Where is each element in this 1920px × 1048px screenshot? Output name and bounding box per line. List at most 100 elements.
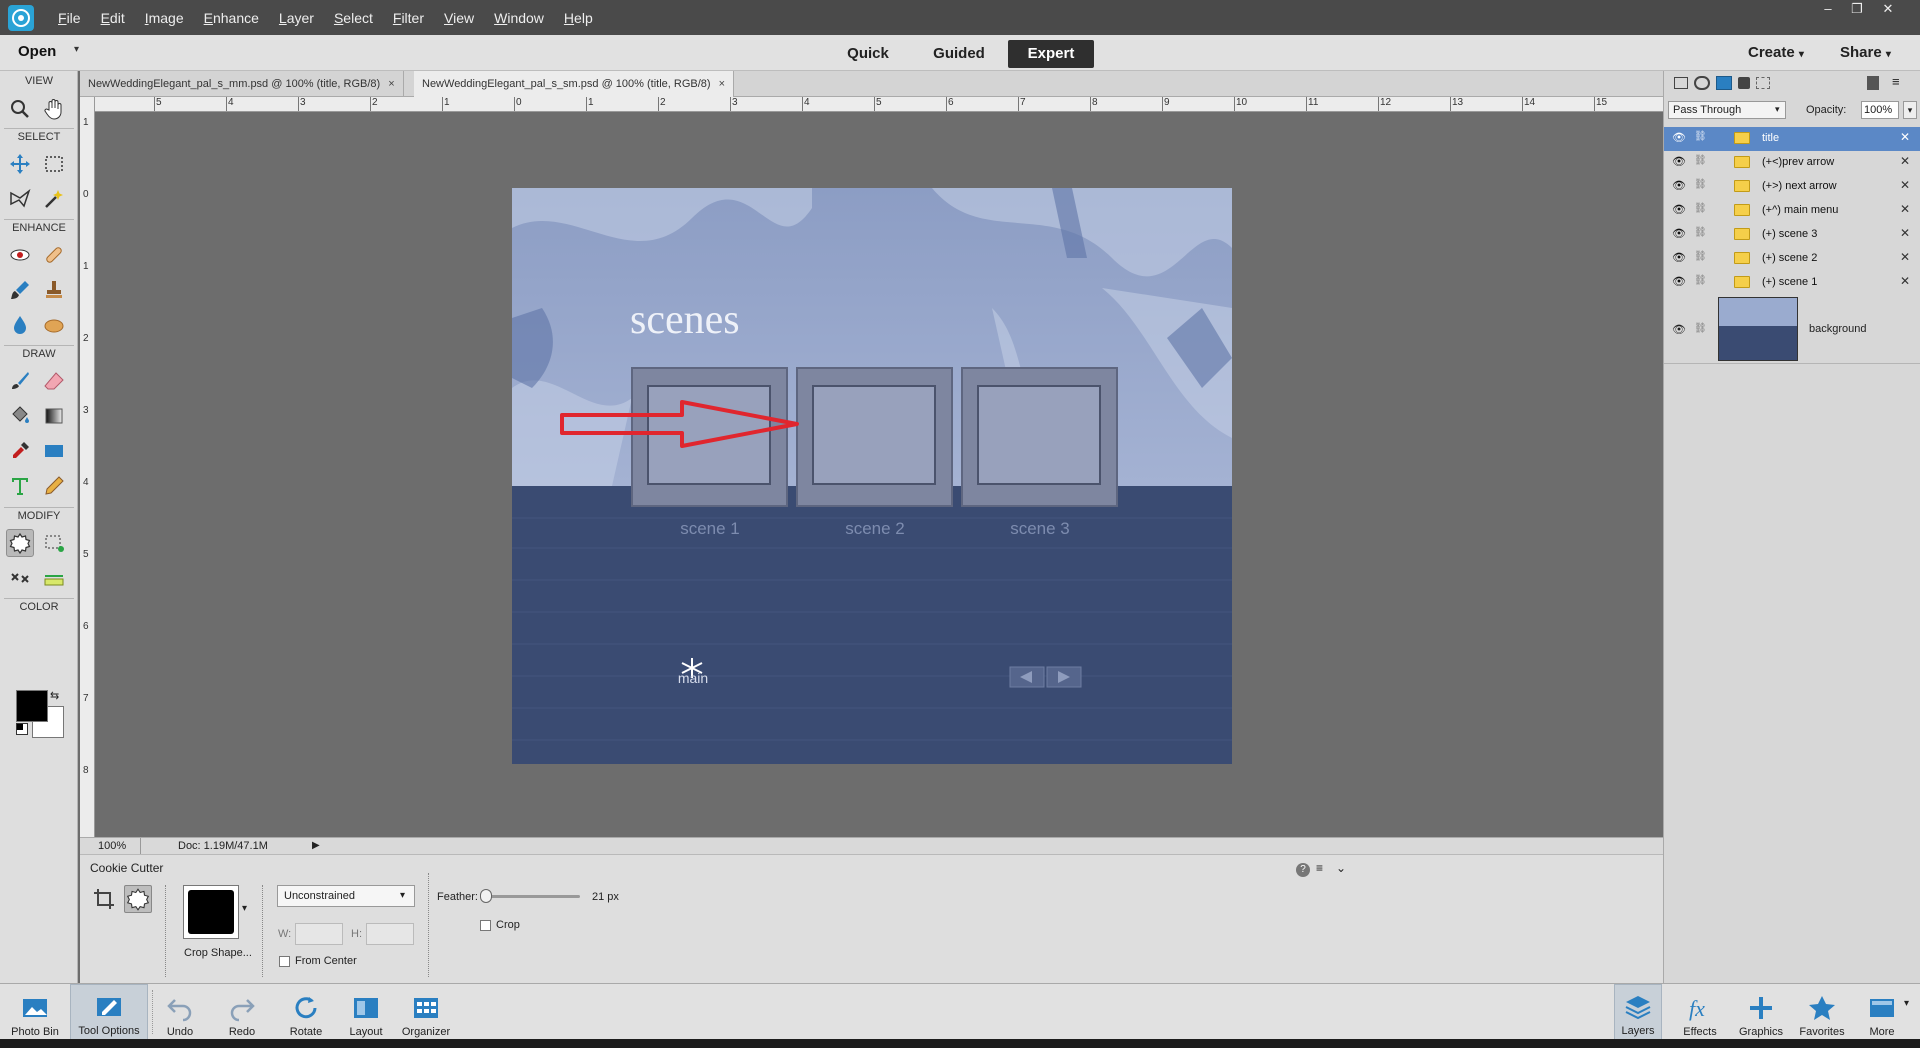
effects-button[interactable]: fx Effects [1676, 984, 1724, 1040]
straighten-icon[interactable] [40, 564, 68, 592]
visibility-eye-icon[interactable]: 👁 [1672, 179, 1686, 192]
recompose-icon[interactable] [40, 529, 68, 557]
close-window-button[interactable]: ✕ [1874, 0, 1902, 18]
layer-mask-icon[interactable] [1716, 76, 1732, 90]
menu-image[interactable]: Image [135, 10, 194, 26]
visibility-eye-icon[interactable]: 👁 [1672, 275, 1686, 288]
link-icon[interactable]: ⛓ [1694, 275, 1707, 286]
adjustment-layer-icon[interactable] [1694, 76, 1710, 90]
favorites-button[interactable]: Favorites [1794, 984, 1850, 1040]
layer-row[interactable]: 👁 ⛓ (+>) next arrow ✕ [1664, 175, 1920, 199]
new-layer-icon[interactable] [1674, 77, 1688, 89]
red-eye-icon[interactable] [6, 241, 34, 269]
open-button[interactable]: Open [18, 43, 56, 60]
from-center-checkbox[interactable] [279, 956, 290, 967]
sponge-icon[interactable] [40, 311, 68, 339]
hand-icon[interactable] [40, 95, 68, 123]
menu-filter[interactable]: Filter [383, 10, 434, 26]
share-button[interactable]: Share ▾ [1840, 44, 1891, 61]
height-input[interactable] [366, 923, 414, 945]
layer-style-icon[interactable]: ✕ [1900, 154, 1910, 168]
opacity-input[interactable]: 100% [1861, 101, 1899, 119]
layer-style-icon[interactable]: ✕ [1900, 178, 1910, 192]
cookie-cutter-icon[interactable] [6, 529, 34, 557]
move-icon[interactable] [6, 150, 34, 178]
zoom-readout[interactable]: 100% [98, 840, 126, 852]
restore-button[interactable]: ❐ [1843, 0, 1871, 18]
blend-mode-select[interactable]: Pass Through ▾ [1668, 101, 1786, 119]
panel-menu-icon[interactable]: ≡ [1892, 74, 1900, 89]
options-menu-icon[interactable]: ≡ [1316, 861, 1323, 875]
smart-brush-icon[interactable] [6, 276, 34, 304]
graphics-button[interactable]: Graphics [1736, 984, 1786, 1040]
link-icon[interactable]: ⛓ [1694, 155, 1707, 166]
app-logo-icon[interactable] [8, 5, 34, 31]
magic-wand-icon[interactable] [40, 185, 68, 213]
visibility-eye-icon[interactable]: 👁 [1672, 131, 1686, 144]
link-icon[interactable]: ⛓ [1694, 227, 1707, 238]
layer-row[interactable]: 👁 ⛓ (+) scene 3 ✕ [1664, 223, 1920, 247]
shape-icon[interactable] [40, 437, 68, 465]
brush-icon[interactable] [6, 367, 34, 395]
link-icon[interactable]: ⛓ [1694, 203, 1707, 214]
clone-stamp-icon[interactable] [40, 276, 68, 304]
link-icon[interactable]: ⛓ [1694, 131, 1707, 142]
tab-document-2[interactable]: NewWeddingElegant_pal_s_sm.psd @ 100% (t… [414, 71, 734, 97]
menu-select[interactable]: Select [324, 10, 383, 26]
type-icon[interactable] [6, 472, 34, 500]
undo-button[interactable]: Undo [160, 984, 200, 1040]
lasso-icon[interactable] [6, 185, 34, 213]
eyedropper-icon[interactable] [6, 437, 34, 465]
spot-healing-icon[interactable] [40, 241, 68, 269]
feather-slider-thumb[interactable] [479, 889, 492, 903]
delete-layer-icon[interactable] [1867, 76, 1879, 90]
layer-style-icon[interactable]: ✕ [1900, 274, 1910, 288]
layer-row[interactable]: 👁 ⛓ (+^) main menu ✕ [1664, 199, 1920, 223]
menu-view[interactable]: View [434, 10, 484, 26]
layer-row[interactable]: 👁 ⛓ title ✕ [1664, 127, 1920, 151]
close-tab-icon[interactable]: × [388, 78, 394, 90]
more-dropdown-icon[interactable]: ▾ [1904, 998, 1909, 1009]
marquee-icon[interactable] [40, 150, 68, 178]
tool-options-button[interactable]: Tool Options [70, 984, 148, 1040]
document-canvas[interactable]: scenes scene 1 scene 2 scene 3 main [512, 188, 1232, 764]
layer-row[interactable]: 👁 ⛓ (+<)prev arrow ✕ [1664, 151, 1920, 175]
tab-document-1[interactable]: NewWeddingElegant_pal_s_mm.psd @ 100% (t… [80, 71, 404, 97]
link-icon[interactable]: ⛓ [1694, 251, 1707, 262]
crop-tool-icon[interactable] [92, 887, 116, 911]
menu-help[interactable]: Help [554, 10, 603, 26]
constraint-select[interactable]: Unconstrained ▾ [277, 885, 415, 907]
redo-button[interactable]: Redo [222, 984, 262, 1040]
crop-shape-dropdown-icon[interactable]: ▾ [242, 903, 247, 914]
menu-file[interactable]: File [48, 10, 91, 26]
visibility-eye-icon[interactable]: 👁 [1672, 251, 1686, 264]
layer-style-icon[interactable]: ✕ [1900, 130, 1910, 144]
opacity-dropdown-icon[interactable]: ▾ [1903, 101, 1917, 119]
layer-style-icon[interactable]: ✕ [1900, 202, 1910, 216]
visibility-eye-icon[interactable]: 👁 [1672, 227, 1686, 240]
organizer-button[interactable]: Organizer [398, 984, 454, 1040]
link-icon[interactable]: ⛓ [1694, 323, 1707, 334]
layer-row[interactable]: 👁 ⛓ (+) scene 1 ✕ [1664, 271, 1920, 295]
gradient-icon[interactable] [40, 402, 68, 430]
visibility-eye-icon[interactable]: 👁 [1672, 155, 1686, 168]
layer-style-icon[interactable]: ✕ [1900, 250, 1910, 264]
menu-enhance[interactable]: Enhance [194, 10, 269, 26]
menu-window[interactable]: Window [484, 10, 554, 26]
mode-expert[interactable]: Expert [1008, 40, 1094, 68]
mode-quick[interactable]: Quick [836, 40, 900, 68]
visibility-eye-icon[interactable]: 👁 [1672, 203, 1686, 216]
width-input[interactable] [295, 923, 343, 945]
visibility-eye-icon[interactable]: 👁 [1672, 323, 1686, 336]
menu-layer[interactable]: Layer [269, 10, 324, 26]
lock-transparency-icon[interactable] [1756, 77, 1770, 89]
crop-shape-picker[interactable] [183, 885, 239, 939]
photo-bin-button[interactable]: Photo Bin [2, 984, 68, 1040]
rotate-button[interactable]: Rotate [284, 984, 328, 1040]
create-button[interactable]: Create ▾ [1748, 44, 1804, 61]
blur-icon[interactable] [6, 311, 34, 339]
link-icon[interactable]: ⛓ [1694, 179, 1707, 190]
swap-colors-icon[interactable]: ⇆ [50, 689, 59, 702]
zoom-icon[interactable] [6, 95, 34, 123]
feather-slider-track[interactable] [483, 895, 580, 898]
